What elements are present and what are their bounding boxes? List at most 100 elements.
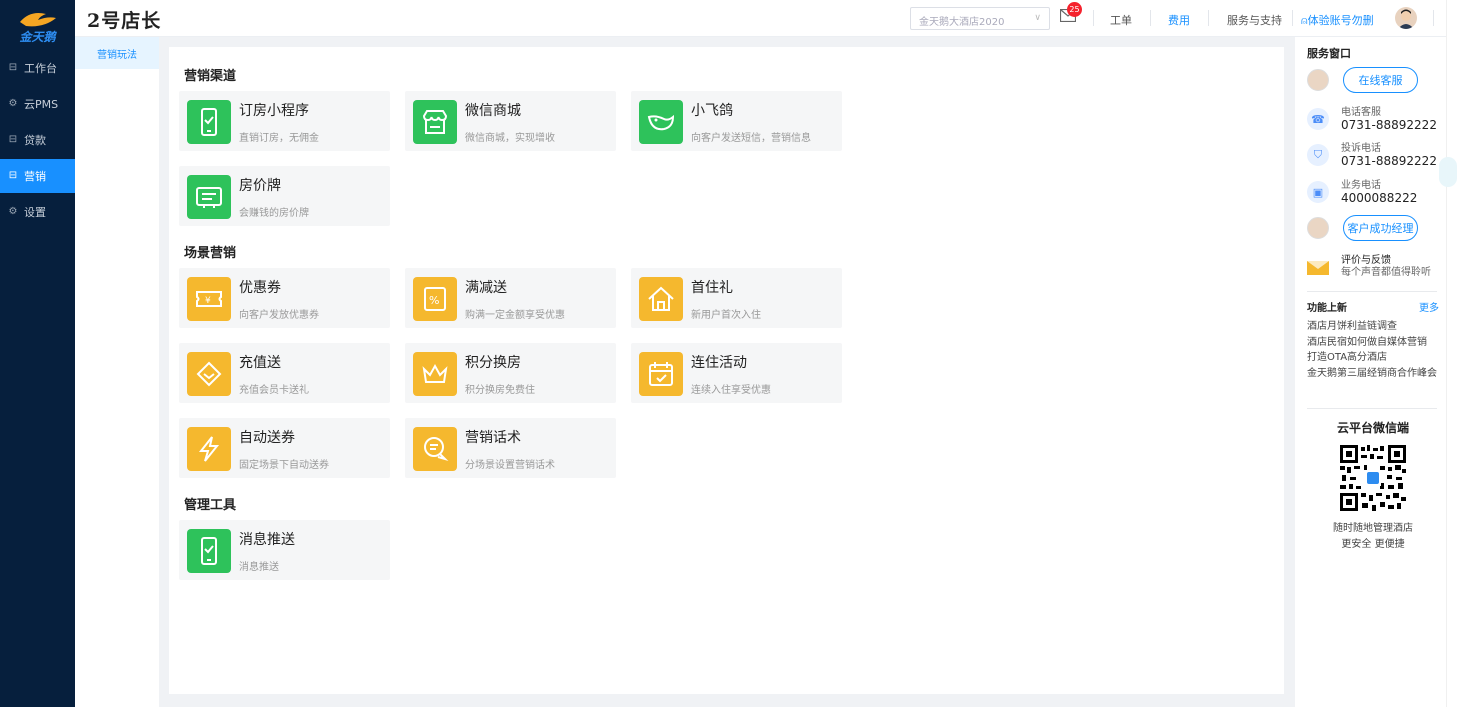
floating-tab[interactable] [1439, 157, 1457, 187]
card-recharge-gift[interactable]: 充值送 充值会员卡送礼 [179, 343, 390, 403]
wechat-title-row: 云平台微信端 [1307, 419, 1439, 436]
service-panel: 服务窗口 在线客服 ☎ 电话客服 0731-88892222 ⛉ 投诉电话 07… [1295, 37, 1446, 707]
card-description: 固定场景下自动送券 [239, 460, 329, 471]
avatar[interactable] [1395, 7, 1417, 29]
lightning-icon [187, 427, 231, 471]
fees-link[interactable]: 费用 [1168, 12, 1190, 28]
svg-text:¥: ¥ [205, 296, 211, 306]
section-title: 管理工具 [184, 498, 237, 513]
card-coupon[interactable]: ¥ 优惠券 向客户发放优惠券 [179, 268, 390, 328]
shop-icon [413, 100, 457, 144]
price-board-icon [187, 175, 231, 219]
hotel-select[interactable]: 金天鹅大酒店2020 ∨ [910, 7, 1050, 30]
card-first-stay-gift[interactable]: 首住礼 新用户首次入住 [631, 268, 842, 328]
phone-check-icon [187, 100, 231, 144]
sidebar-item-loan[interactable]: ⊟ 贷款 [0, 123, 75, 157]
card-title: 满减送 [465, 280, 507, 296]
card-message-push[interactable]: 消息推送 消息推送 [179, 520, 390, 580]
home-icon [639, 277, 683, 321]
online-service-button[interactable]: 在线客服 [1343, 67, 1418, 93]
card-little-pigeon[interactable]: 小飞鸽 向客户发送短信，营销信息 [631, 91, 842, 151]
card-description: 向客户发放优惠券 [239, 310, 319, 321]
card-auto-coupon[interactable]: 自动送券 固定场景下自动送券 [179, 418, 390, 478]
feedback-subtitle: 每个声音都值得聆听 [1341, 267, 1431, 278]
card-booking-miniprogram[interactable]: 订房小程序 直销订房，无佣金 [179, 91, 390, 151]
news-title: 功能上新 [1307, 303, 1347, 314]
card-title: 小飞鸽 [691, 103, 733, 119]
card-description: 微信商城，实现增收 [465, 133, 555, 144]
card-price-board[interactable]: 房价牌 会赚钱的房价牌 [179, 166, 390, 226]
card-continuous-stay[interactable]: 连住活动 连续入住享受优惠 [631, 343, 842, 403]
feedback-row[interactable]: 评价与反馈 每个声音都值得聆听 [1307, 255, 1431, 279]
divider [1307, 291, 1437, 292]
wechat-title: 云平台微信端 [1336, 421, 1409, 435]
card-description: 购满一定金额享受优惠 [465, 310, 565, 321]
user-account[interactable]: ⍝体验账号勿删 [1301, 12, 1374, 28]
divider [1208, 10, 1209, 26]
diamond-icon [187, 352, 231, 396]
service-support-link[interactable]: 服务与支持 [1227, 12, 1282, 28]
section-title: 场景营销 [184, 246, 237, 261]
online-service-row: 在线客服 [1307, 67, 1418, 93]
crown-icon [413, 352, 457, 396]
shield-icon: ⛉ [1307, 144, 1329, 166]
headset-icon: ☎ [1307, 108, 1329, 130]
card-description: 会赚钱的房价牌 [239, 208, 309, 219]
card-title: 房价牌 [239, 178, 281, 194]
divider [1433, 10, 1434, 26]
sidebar-item-label: 云PMS [24, 98, 59, 111]
feedback-envelope-icon [1307, 261, 1329, 275]
news-more-link[interactable]: 更多 [1419, 299, 1439, 314]
avatar [1307, 69, 1329, 91]
divider [1307, 408, 1437, 409]
news-item[interactable]: 金天鹅第三届经销商合作峰会 [1307, 366, 1439, 382]
complaint-number: 0731-88892222 [1341, 154, 1437, 168]
business-row: ▣ 业务电话 4000088222 [1307, 180, 1417, 204]
card-points-exchange[interactable]: 积分换房 积分换房免费住 [405, 343, 616, 403]
card-description: 消息推送 [239, 562, 279, 573]
card-description: 分场景设置营销话术 [465, 460, 555, 471]
bird-icon [639, 100, 683, 144]
card-title: 连住活动 [691, 355, 747, 371]
right-edge-strip [1439, 0, 1473, 707]
subnav-item-marketing-play[interactable]: 营销玩法 [75, 37, 159, 69]
card-description: 积分换房免费住 [465, 385, 535, 396]
card-title: 首住礼 [691, 280, 733, 296]
divider [1093, 10, 1094, 26]
top-header: 2号店长 金天鹅大酒店2020 ∨ 25 工单 费用 服务与支持 ⍝体验账号勿删 [75, 0, 1446, 37]
logo[interactable]: 金天鹅 [0, 0, 75, 50]
section-title: 营销渠道 [184, 69, 237, 84]
news-item[interactable]: 打造OTA高分酒店 [1307, 350, 1439, 366]
divider [1150, 10, 1151, 26]
news-header: 功能上新 更多 [1307, 299, 1439, 314]
success-manager-button[interactable]: 客户成功经理 [1343, 215, 1418, 241]
sidebar-item-workbench[interactable]: ⊟ 工作台 [0, 51, 75, 85]
work-order-link[interactable]: 工单 [1110, 12, 1132, 28]
sidebar-item-marketing[interactable]: ⊟ 营销 [0, 159, 75, 193]
sidebar-item-label: 营销 [24, 170, 46, 183]
main-content: 营销渠道 订房小程序 直销订房，无佣金 微信商城 微信商城，实现增收 小飞鸽 向… [169, 47, 1284, 694]
card-spend-reward[interactable]: % 满减送 购满一定金额享受优惠 [405, 268, 616, 328]
card-description: 新用户首次入住 [691, 310, 761, 321]
loan-icon: ⊟ [8, 134, 18, 145]
card-title: 充值送 [239, 355, 281, 371]
sidebar: 金天鹅 ⊟ 工作台 ⚙ 云PMS ⊟ 贷款 ⊟ 营销 ⚙ 设置 [0, 0, 75, 707]
sidebar-item-pms[interactable]: ⚙ 云PMS [0, 87, 75, 121]
card-wechat-shop[interactable]: 微信商城 微信商城，实现增收 [405, 91, 616, 151]
logo-text: 金天鹅 [19, 29, 56, 44]
news-item[interactable]: 酒店月饼利益链调查 [1307, 319, 1439, 335]
news-item[interactable]: 酒店民宿如何做自媒体营销 [1307, 335, 1439, 351]
card-title: 优惠券 [239, 280, 281, 296]
message-count-badge: 25 [1067, 2, 1082, 17]
wechat-line1: 随时随地管理酒店 [1333, 523, 1413, 534]
sidebar-item-label: 工作台 [24, 62, 57, 75]
user-name: 体验账号勿删 [1307, 14, 1374, 27]
card-description: 直销订房，无佣金 [239, 133, 319, 144]
feedback-title: 评价与反馈 [1341, 255, 1391, 266]
sidebar-item-settings[interactable]: ⚙ 设置 [0, 195, 75, 229]
workbench-icon: ⊟ [8, 62, 18, 73]
card-marketing-script[interactable]: 营销话术 分场景设置营销话术 [405, 418, 616, 478]
card-title: 微信商城 [465, 103, 521, 119]
sidebar-item-label: 设置 [24, 206, 46, 219]
divider [1292, 10, 1293, 26]
